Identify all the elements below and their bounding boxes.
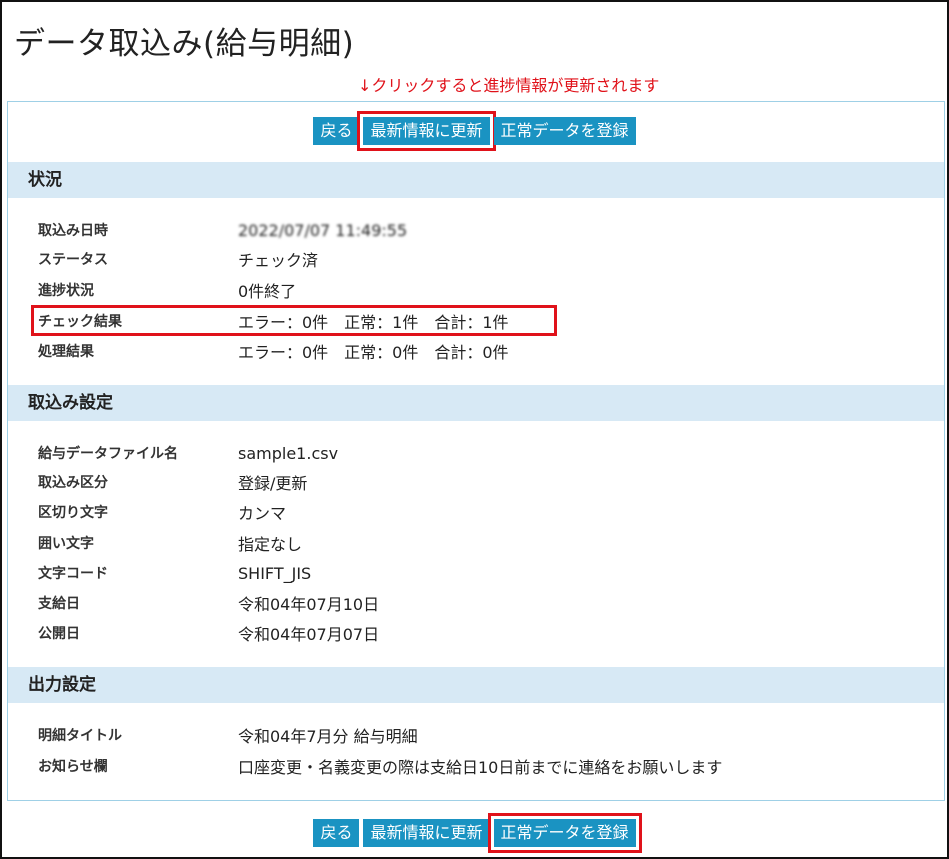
refresh-annotation: ↓クリックすると進捗情報が更新されます <box>358 76 660 95</box>
bottom-button-bar: 戻る 最新情報に更新 正常データを登録 <box>0 813 949 853</box>
back-button[interactable]: 戻る <box>313 819 360 847</box>
import-row-enclosure: 囲い文字 指定なし <box>38 530 302 556</box>
import-row-import-type: 取込み区分 登録/更新 <box>38 469 307 495</box>
field-label: 取込み日時 <box>38 223 108 239</box>
import-settings-section-header: 取込み設定 <box>8 385 944 421</box>
import-row-delimiter: 区切り文字 カンマ <box>38 499 286 525</box>
status-row-progress: 進捗状況 0件終了 <box>38 277 296 303</box>
progress-value: 0件終了 <box>238 282 297 301</box>
output-row-title: 明細タイトル 令和04年7月分 給与明細 <box>38 722 418 748</box>
import-row-encoding: 文字コード SHIFT_JIS <box>38 560 311 586</box>
filename-value: sample1.csv <box>238 443 339 463</box>
refresh-button[interactable]: 最新情報に更新 <box>357 111 496 151</box>
output-row-notice: お知らせ欄 口座変更・名義変更の際は支給日10日前までに連絡をお願いします <box>38 753 722 779</box>
field-label: 公開日 <box>38 626 80 642</box>
status-row-check-result: チェック結果 エラー：0件 正常：1件 合計：1件 <box>38 308 509 334</box>
field-label: チェック結果 <box>38 314 122 330</box>
field-label: 給与データファイル名 <box>38 446 178 462</box>
field-label: ステータス <box>38 252 108 268</box>
field-label: 進捗状況 <box>38 283 94 299</box>
status-row-process-result: 処理結果 エラー：0件 正常：0件 合計：0件 <box>38 338 509 364</box>
back-button[interactable]: 戻る <box>313 117 360 145</box>
import-row-filename: 給与データファイル名 sample1.csv <box>38 440 338 466</box>
page-title: データ取込み(給与明細) <box>14 26 355 62</box>
status-row-import-datetime: 取込み日時 2022/07/07 11:49:55 <box>38 217 407 243</box>
field-label: 明細タイトル <box>38 728 122 744</box>
field-label: お知らせ欄 <box>38 759 108 775</box>
field-label: 処理結果 <box>38 344 94 360</box>
check-result-value: エラー：0件 正常：1件 合計：1件 <box>238 313 509 332</box>
process-result-value: エラー：0件 正常：0件 合計：0件 <box>238 343 509 362</box>
field-label: 支給日 <box>38 596 80 612</box>
status-row-status: ステータス チェック済 <box>38 246 318 272</box>
output-settings-section-header: 出力設定 <box>8 667 944 703</box>
enclosure-value: 指定なし <box>238 535 303 554</box>
delimiter-value: カンマ <box>238 504 287 523</box>
import-row-pay-date: 支給日 令和04年07月10日 <box>38 590 379 616</box>
import-type-value: 登録/更新 <box>238 474 308 493</box>
register-valid-data-button[interactable]: 正常データを登録 <box>487 813 642 853</box>
field-label: 取込み区分 <box>38 475 108 491</box>
import-datetime-value: 2022/07/07 11:49:55 <box>238 220 408 240</box>
register-valid-data-button[interactable]: 正常データを登録 <box>493 117 636 145</box>
publish-date-value: 令和04年07月07日 <box>238 625 380 644</box>
field-label: 文字コード <box>38 566 108 582</box>
statement-title-value: 令和04年7月分 給与明細 <box>238 727 418 746</box>
field-label: 区切り文字 <box>38 505 108 521</box>
status-value: チェック済 <box>238 251 319 270</box>
import-row-publish-date: 公開日 令和04年07月07日 <box>38 620 379 646</box>
refresh-button[interactable]: 最新情報に更新 <box>363 819 490 847</box>
status-section-header: 状況 <box>8 162 944 198</box>
notice-value: 口座変更・名義変更の際は支給日10日前までに連絡をお願いします <box>238 758 723 777</box>
encoding-value: SHIFT_JIS <box>238 563 312 583</box>
top-button-bar: 戻る 最新情報に更新 正常データを登録 <box>0 111 949 151</box>
field-label: 囲い文字 <box>38 536 94 552</box>
pay-date-value: 令和04年07月10日 <box>238 595 380 614</box>
